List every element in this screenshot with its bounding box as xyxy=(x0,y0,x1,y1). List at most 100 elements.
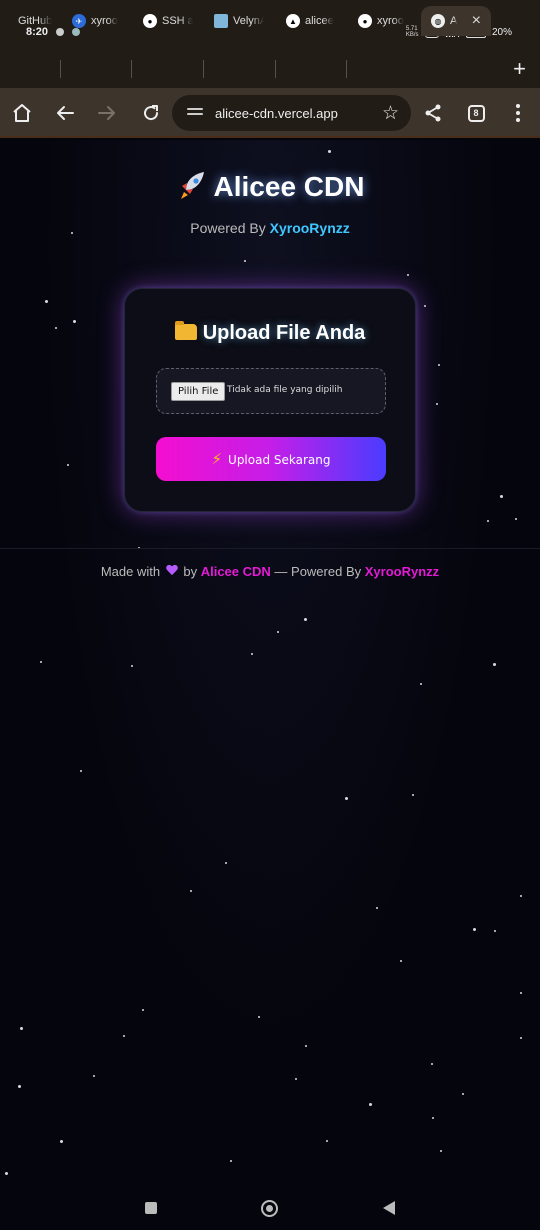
star-dot xyxy=(487,520,489,522)
star-dot xyxy=(440,1150,442,1152)
footer-author-link[interactable]: XyrooRynzz xyxy=(365,564,439,579)
image-icon xyxy=(214,14,228,28)
star-dot xyxy=(60,1140,63,1143)
star-dot xyxy=(462,1093,464,1095)
star-dot xyxy=(369,1103,372,1106)
star-dot xyxy=(438,364,440,366)
tab-label: GitHub xyxy=(18,15,52,27)
subtitle-brand: XyrooRynzz xyxy=(269,220,350,236)
file-input[interactable]: Pilih File Tidak ada file yang dipilih xyxy=(156,368,386,414)
url-text[interactable]: alicee-cdn.vercel.app xyxy=(215,106,338,121)
vercel-triangle-icon: ▲ xyxy=(286,14,300,28)
star-dot xyxy=(277,631,279,633)
address-bar[interactable]: alicee-cdn.vercel.app ☆ xyxy=(172,95,411,131)
star-dot xyxy=(326,1140,328,1142)
star-dot xyxy=(424,305,426,307)
star-dot xyxy=(5,1172,8,1175)
share-button[interactable] xyxy=(420,100,446,126)
github-icon: ● xyxy=(143,14,157,28)
choose-file-button[interactable]: Pilih File xyxy=(171,382,226,401)
star-dot xyxy=(432,1117,434,1119)
star-dot xyxy=(40,661,42,663)
lightning-icon: ⚡ xyxy=(211,450,223,468)
star-dot xyxy=(520,992,522,994)
tab-divider xyxy=(275,60,276,78)
new-tab-button[interactable]: + xyxy=(513,58,526,80)
site-settings-icon[interactable] xyxy=(187,105,203,121)
upload-button[interactable]: ⚡ Upload Sekarang xyxy=(156,437,386,481)
page-subtitle: Powered By XyrooRynzz xyxy=(0,220,540,236)
folder-icon xyxy=(174,321,197,340)
star-dot xyxy=(258,1016,260,1018)
tab-divider xyxy=(60,60,61,78)
home-nav-button[interactable] xyxy=(261,1200,278,1217)
card-title-text: Upload File Anda xyxy=(202,322,366,344)
tab-label: xyroo xyxy=(91,15,118,27)
star-dot xyxy=(520,895,522,897)
tab-strip xyxy=(0,52,540,88)
star-dot xyxy=(500,495,503,498)
tab-switcher-button[interactable]: 8 xyxy=(463,100,489,126)
star-dot xyxy=(45,300,48,303)
more-vertical-icon xyxy=(516,104,520,122)
star-dot xyxy=(295,1078,297,1080)
star-dot xyxy=(305,1045,307,1047)
home-button[interactable] xyxy=(9,100,35,126)
tab-alicee[interactable]: ▲ alicee xyxy=(286,6,336,36)
tab-github[interactable]: GitHub xyxy=(18,6,52,36)
star-dot xyxy=(80,770,82,772)
star-dot xyxy=(20,1027,23,1030)
star-dot xyxy=(328,150,331,153)
tab-xyroo[interactable]: ✈ xyroo xyxy=(72,6,120,36)
menu-button[interactable] xyxy=(505,100,531,126)
close-tab-icon[interactable]: × xyxy=(472,12,481,30)
subtitle-prefix: Powered By xyxy=(190,220,270,236)
back-nav-button[interactable] xyxy=(383,1201,395,1215)
forward-button[interactable] xyxy=(94,100,120,126)
heart-icon xyxy=(166,565,178,577)
star-dot xyxy=(225,862,227,864)
footer-by: by xyxy=(183,564,198,579)
star-dot xyxy=(73,320,76,323)
bookmark-star-icon[interactable]: ☆ xyxy=(382,102,399,125)
bird-icon: ✈ xyxy=(72,14,86,28)
tab-velyn[interactable]: VelynA xyxy=(214,6,264,36)
tab-label: xyroo xyxy=(377,15,404,27)
footer-site-link[interactable]: Alicee CDN xyxy=(201,564,271,579)
upload-button-label: Upload Sekarang xyxy=(228,453,331,467)
footer: Made with by Alicee CDN — Powered By Xyr… xyxy=(0,564,540,579)
file-status-text: Tidak ada file yang dipilih xyxy=(227,385,343,395)
system-nav-bar xyxy=(0,1190,540,1230)
tab-count: 8 xyxy=(467,104,485,122)
notification-icon xyxy=(56,28,64,36)
tab-ssh[interactable]: ● SSH a xyxy=(143,6,193,36)
tab-active[interactable]: ◍ Ali × xyxy=(421,6,491,36)
upload-card: Upload File Anda Pilih File Tidak ada fi… xyxy=(124,288,416,512)
star-dot xyxy=(431,1063,433,1065)
github-icon: ● xyxy=(358,14,372,28)
star-dot xyxy=(131,665,133,667)
page-title-text: Alicee CDN xyxy=(213,171,365,202)
tab-divider xyxy=(346,60,347,78)
tab-label: alicee xyxy=(305,15,334,27)
page-title: Alicee CDN xyxy=(0,170,540,203)
globe-icon: ◍ xyxy=(431,14,445,28)
star-dot xyxy=(123,1035,125,1037)
star-dot xyxy=(493,663,496,666)
star-dot xyxy=(376,907,378,909)
recents-button[interactable] xyxy=(145,1202,157,1214)
star-dot xyxy=(400,960,402,962)
tab-xyroo-github[interactable]: ● xyroo xyxy=(358,6,408,36)
star-dot xyxy=(93,1075,95,1077)
arrow-left-icon xyxy=(57,106,74,120)
star-dot xyxy=(412,794,414,796)
back-button[interactable] xyxy=(52,100,78,126)
reload-button[interactable] xyxy=(138,100,164,126)
star-dot xyxy=(18,1085,21,1088)
browser-toolbar: alicee-cdn.vercel.app ☆ 8 xyxy=(0,88,540,138)
star-dot xyxy=(494,930,496,932)
home-icon xyxy=(13,104,31,122)
star-dot xyxy=(244,260,246,262)
reload-icon xyxy=(144,105,159,121)
rocket-icon xyxy=(180,172,204,199)
